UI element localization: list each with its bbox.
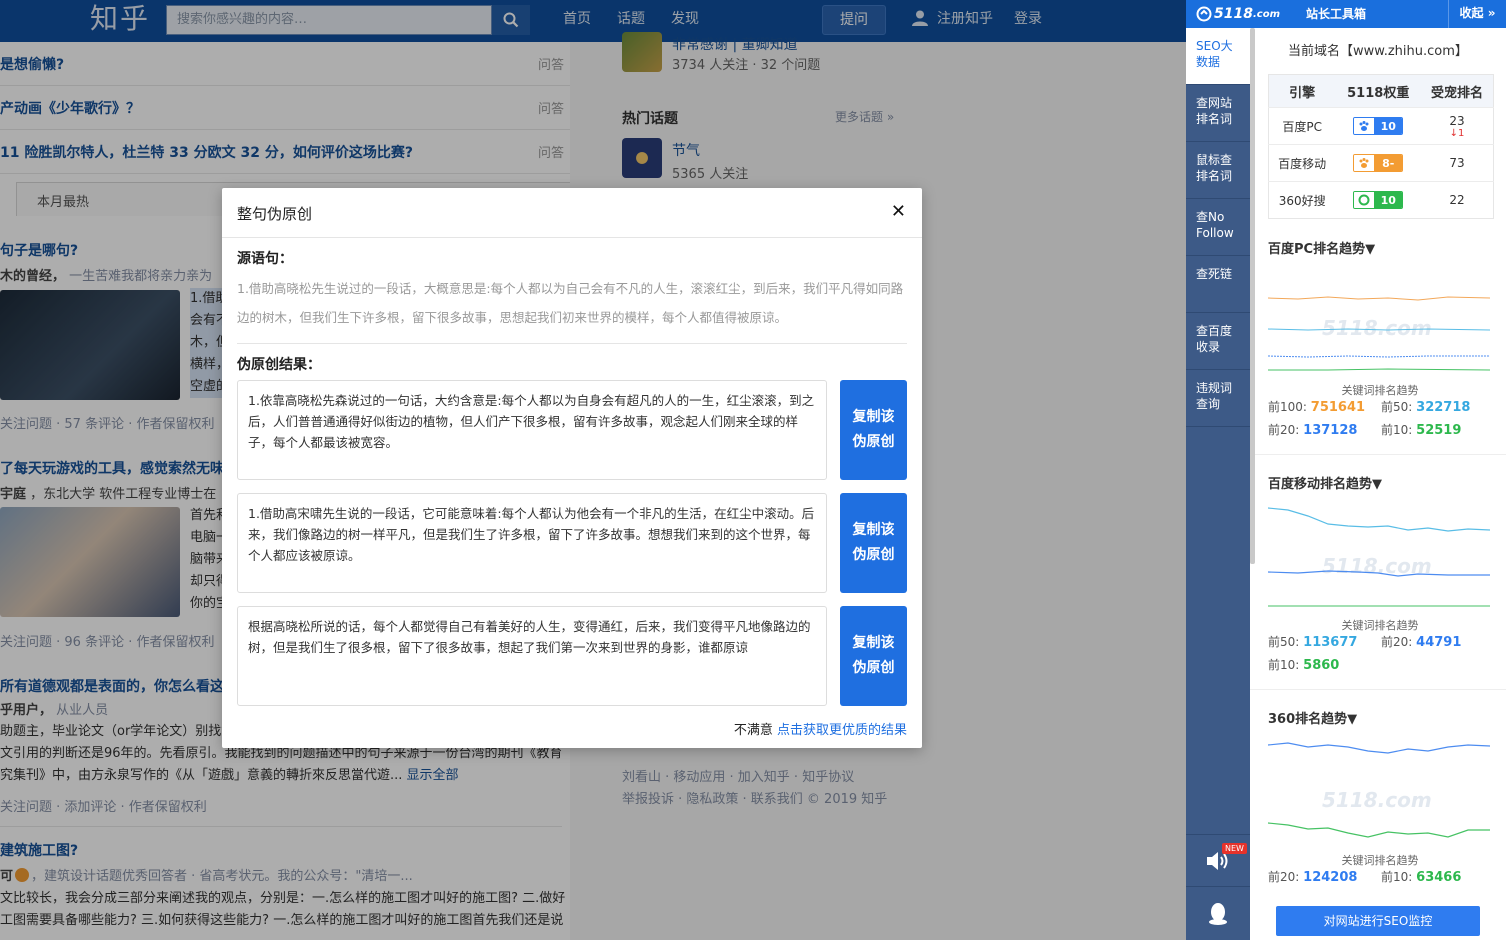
- engine-rank-table: 引擎 5118权重 受宠排名 百度PC 10 23 ↓1 百度移动 8- 73 3…: [1268, 74, 1494, 219]
- table-header: 引擎: [1268, 74, 1336, 108]
- engine-name: 百度移动: [1268, 144, 1336, 182]
- collapse-button[interactable]: 收起 »: [1448, 0, 1506, 28]
- 360-ring-icon: [1358, 194, 1370, 206]
- trend-caption: 关键词排名趋势: [1341, 619, 1419, 632]
- rewrite-modal: 整句伪原创 ✕ 源语句： 1.借助高晓松先生说过的一段话，大概意思是:每个人都以…: [222, 188, 922, 748]
- weight-badge[interactable]: 10: [1353, 117, 1404, 135]
- divider: [1250, 454, 1506, 455]
- seo-logo-icon: [1196, 6, 1212, 22]
- seo-nav-big-data[interactable]: SEO大 数据: [1186, 28, 1250, 85]
- kw-stat: 前20: 124208: [1268, 870, 1358, 885]
- engine-name: 百度PC: [1268, 107, 1336, 145]
- rank-value: 73: [1421, 144, 1494, 182]
- weight-value: 8-: [1374, 155, 1403, 171]
- result-text-box[interactable]: 1.借助高宋啸先生说的一段话，它可能意味着:每个人都认为他会有一个非凡的生活，在…: [237, 493, 827, 593]
- trend-line-top100: [1268, 296, 1490, 301]
- trend-chart-baidu-pc: [1268, 296, 1490, 371]
- table-header: 5118权重: [1335, 74, 1422, 108]
- rank-change-down: ↓1: [1449, 127, 1465, 139]
- trend-line-top10: [1268, 368, 1490, 371]
- trend-chart-baidu-mobile: [1268, 507, 1490, 607]
- seo-data-panel: 当前域名【www.zhihu.com】 引擎 5118权重 受宠排名 百度PC …: [1250, 28, 1506, 940]
- seo-nav-dead-links[interactable]: 查死链: [1186, 256, 1250, 313]
- seo-5118-logo[interactable]: 5118 .com: [1196, 4, 1280, 24]
- close-icon[interactable]: ✕: [891, 201, 906, 223]
- seo-nav-banned-words[interactable]: 违规词 查询: [1186, 370, 1250, 427]
- source-text: 1.借助高晓松先生说过的一段话，大概意思是:每个人都以为自己会有不凡的人生，滚滚…: [237, 281, 904, 325]
- qq-icon: [1209, 902, 1227, 925]
- copy-result-button[interactable]: 复制该 伪原创: [840, 606, 907, 706]
- weight-value: 10: [1374, 192, 1403, 208]
- current-domain: 当前域名【www.zhihu.com】: [1288, 44, 1468, 59]
- weight-value: 10: [1374, 118, 1403, 134]
- kw-stat: 前10: 52519: [1381, 423, 1462, 438]
- seo-nav-baidu-index[interactable]: 查百度 收录: [1186, 313, 1250, 370]
- kw-stat: 前10: 5860: [1268, 658, 1340, 673]
- engine-name: 360好搜: [1268, 181, 1336, 219]
- modal-title: 整句伪原创: [237, 205, 313, 223]
- source-label: 源语句：: [237, 251, 293, 267]
- seo-nav-nofollow[interactable]: 查No Follow: [1186, 199, 1250, 256]
- divider: [1250, 689, 1506, 690]
- table-row: 360好搜 10 22: [1268, 181, 1494, 219]
- not-satisfied-text: 不满意: [733, 723, 773, 738]
- trend-line-top10: [1268, 822, 1490, 838]
- get-better-result-link[interactable]: 点击获取更优质的结果: [777, 723, 907, 738]
- trend-line-top50: [1268, 507, 1490, 532]
- table-header: 受宠排名: [1421, 74, 1494, 108]
- weight-badge[interactable]: 10: [1353, 191, 1404, 209]
- seo-nav-mouse-ranking[interactable]: 鼠标查 排名词: [1186, 142, 1250, 199]
- seo-side-nav: SEO大 数据 查网站 排名词 鼠标查 排名词 查No Follow 查死链 查…: [1186, 28, 1250, 940]
- baidu-paw-icon: [1359, 121, 1369, 131]
- table-row: 百度PC 10 23 ↓1: [1268, 107, 1494, 145]
- seo-toolbox-title: 站长工具箱: [1306, 7, 1367, 21]
- trend-line-top20: [1268, 570, 1490, 577]
- baidu-paw-icon: [1359, 158, 1369, 168]
- modal-header: 整句伪原创 ✕: [222, 188, 922, 238]
- seo-logo-suffix: .com: [1252, 8, 1280, 20]
- trend-chart-360: [1268, 742, 1490, 838]
- modal-footer: 不满意 点击获取更优质的结果: [734, 719, 907, 738]
- copy-result-button[interactable]: 复制该 伪原创: [840, 380, 907, 480]
- kw-stat: 前10: 63466: [1381, 870, 1462, 885]
- trend-title-360[interactable]: 360排名趋势▼: [1268, 708, 1357, 727]
- trend-title-baidu-mobile[interactable]: 百度移动排名趋势▼: [1268, 473, 1382, 492]
- trend-title-baidu-pc[interactable]: 百度PC排名趋势▼: [1268, 238, 1375, 257]
- trend-line-top20: [1268, 355, 1490, 358]
- result-text-box[interactable]: 根据高晓松所说的话，每个人都觉得自己有着美好的人生，变得通红，后来，我们变得平凡…: [237, 606, 827, 706]
- divider: [237, 343, 907, 344]
- seo-logo-text: 5118: [1214, 6, 1253, 22]
- trend-caption: 关键词排名趋势: [1341, 384, 1419, 397]
- rank-value: 23: [1449, 113, 1465, 128]
- trend-line-top50: [1268, 328, 1490, 331]
- rank-value: 22: [1421, 181, 1494, 219]
- new-badge: NEW: [1222, 843, 1247, 854]
- kw-stat: 前20: 137128: [1268, 423, 1358, 438]
- seo-toolbox-header: 5118 .com 站长工具箱 收起 »: [1186, 0, 1506, 28]
- sound-button[interactable]: NEW: [1186, 834, 1250, 886]
- result-text-box[interactable]: 1.依靠高晓松先森说过的一句话，大约含意是:每个人都以为自身会有超凡的人的一生，…: [237, 380, 827, 480]
- qq-button[interactable]: [1186, 886, 1250, 940]
- kw-stat: 前20: 44791: [1381, 635, 1462, 650]
- seo-nav-site-ranking[interactable]: 查网站 排名词: [1186, 85, 1250, 142]
- seo-monitor-button[interactable]: 对网站进行SEO监控: [1276, 906, 1480, 936]
- copy-result-button[interactable]: 复制该 伪原创: [840, 493, 907, 593]
- table-row: 百度移动 8- 73: [1268, 144, 1494, 182]
- kw-stat: 前50: 322718: [1381, 400, 1471, 415]
- trend-caption: 关键词排名趋势: [1341, 854, 1419, 867]
- result-label: 伪原创结果：: [237, 357, 321, 373]
- kw-stat: 前100: 751641: [1268, 400, 1366, 415]
- weight-badge[interactable]: 8-: [1353, 154, 1404, 172]
- trend-line-top20: [1268, 742, 1490, 754]
- scrollbar[interactable]: [1250, 28, 1255, 564]
- kw-stat: 前50: 113677: [1268, 635, 1358, 650]
